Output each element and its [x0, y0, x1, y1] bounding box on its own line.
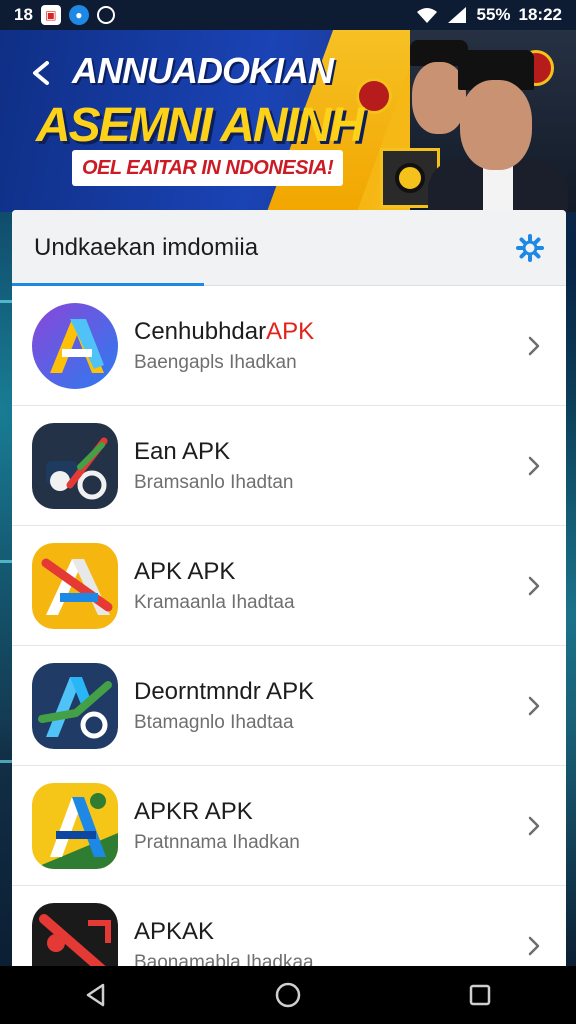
app-title: APK APK — [134, 557, 236, 585]
banner-title-line1: ANNUADOKIAN — [72, 50, 334, 91]
blue-purple-a-icon — [32, 302, 118, 389]
app-title: APKAK — [134, 917, 215, 945]
app-subtitle: Baengapls Ihadkan — [134, 351, 297, 373]
dark-tractor-icon — [32, 422, 118, 509]
app-subtitle: Btamagnlo Ihadtaa — [134, 711, 294, 733]
list-item-app-6[interactable]: APKAK Baonamabla Ihadkaa — [12, 886, 566, 970]
chevron-right-icon — [528, 936, 540, 955]
back-triangle-icon — [86, 983, 105, 1007]
card-title: Undkaekan imdomiia — [34, 233, 259, 261]
list-item-app-5[interactable]: APKR APK Pratnnama Ihadkan — [12, 766, 566, 886]
sign-emblem-icon — [395, 163, 425, 193]
promo-banner[interactable]: ANNUADOKIAN ASEMNI ANINH OEL EAITAR IN N… — [0, 30, 576, 212]
status-bar: 18 ▣ ● 55% 18:22 — [0, 0, 576, 30]
app-title: Ean APK — [134, 437, 231, 465]
list-item-app-3[interactable]: APK APK Kramaanla Ihadtaa — [12, 526, 566, 646]
back-arrow-icon — [33, 61, 49, 85]
chevron-right-icon — [528, 456, 540, 475]
app-title: Deorntmndr APK — [134, 677, 315, 705]
home-circle-icon — [275, 982, 301, 1008]
yellow-a-icon — [32, 542, 118, 629]
app-title: APKR APK — [134, 797, 253, 825]
navy-a-icon — [32, 662, 118, 749]
messenger-notification-icon: ● — [68, 5, 89, 25]
chevron-right-icon — [528, 576, 540, 595]
navigation-bar — [0, 966, 576, 1024]
gear-icon — [516, 234, 544, 262]
banner-subtitle: OEL EAITAR IN NDONESIA! — [72, 150, 344, 186]
recents-square-icon — [469, 984, 491, 1006]
app-title: CenhubhdarAPK — [134, 317, 315, 345]
card-header: Undkaekan imdomiia — [12, 210, 566, 286]
clock-notification-icon — [96, 6, 115, 24]
app-subtitle: Kramaanla Ihadtaa — [134, 591, 295, 613]
person-portrait — [428, 50, 568, 212]
settings-button[interactable] — [514, 232, 546, 264]
yellow-green-a-icon — [32, 782, 118, 869]
battery-level: 55% — [476, 5, 511, 24]
nav-home-button[interactable] — [268, 975, 308, 1015]
gallery-notification-icon: ▣ — [40, 5, 61, 25]
app-subtitle: Bramsanlo Ihadtan — [134, 471, 294, 493]
red-black-icon — [32, 902, 118, 970]
app-subtitle: Pratnnama Ihadkan — [134, 831, 300, 853]
nav-recents-button[interactable] — [460, 975, 500, 1015]
wifi-icon — [417, 8, 438, 23]
status-time-right: 18:22 — [518, 5, 562, 24]
signal-icon — [448, 7, 467, 23]
chevron-right-icon — [528, 816, 540, 835]
chevron-right-icon — [528, 336, 540, 355]
app-list-card: Undkaekan imdomiia CenhubhdarAPK Baengap… — [12, 210, 566, 970]
back-button[interactable] — [26, 56, 60, 90]
status-time-left: 18 — [14, 5, 33, 24]
list-item-app-1[interactable]: CenhubhdarAPK Baengapls Ihadkan — [12, 286, 566, 406]
app-list: CenhubhdarAPK Baengapls Ihadkan Ean APK … — [12, 286, 566, 970]
list-item-app-2[interactable]: Ean APK Bramsanlo Ihadtan — [12, 406, 566, 526]
nav-back-button[interactable] — [76, 975, 116, 1015]
chevron-right-icon — [528, 696, 540, 715]
banner-title-line2: ASEMNI ANINH — [36, 99, 364, 152]
list-item-app-4[interactable]: Deorntmndr APK Btamagnlo Ihadtaa — [12, 646, 566, 766]
